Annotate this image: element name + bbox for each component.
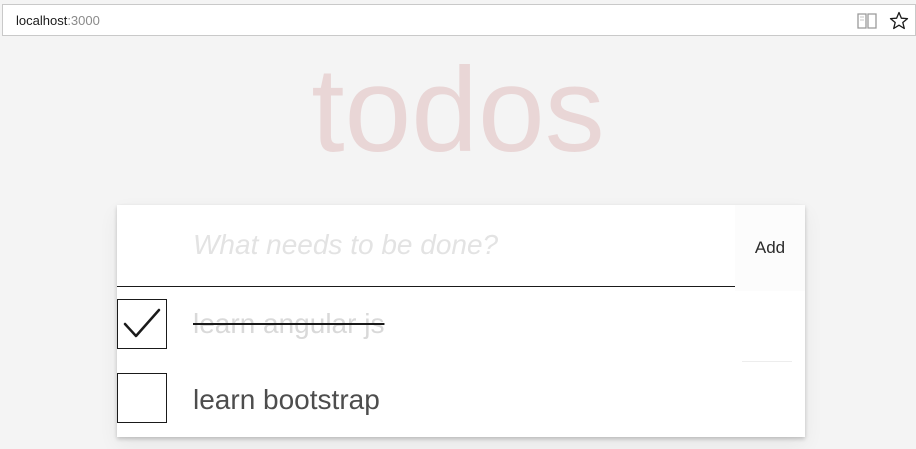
- new-todo-row: Add: [117, 205, 805, 291]
- todo-panel: Add learn angular js learn bootstrap: [117, 205, 805, 437]
- todo-checkbox[interactable]: [117, 373, 167, 423]
- page-title: todos: [311, 43, 605, 177]
- add-button[interactable]: Add: [735, 205, 805, 291]
- checkmark-icon: [123, 308, 161, 338]
- url-host: localhost: [16, 13, 68, 28]
- item-divider: [742, 361, 792, 362]
- todo-checkbox-checked[interactable]: [117, 299, 167, 349]
- todo-item: learn angular js: [117, 287, 805, 362]
- address-bar[interactable]: localhost:3000: [2, 4, 916, 36]
- todo-item: learn bootstrap: [117, 363, 805, 438]
- todo-label[interactable]: learn bootstrap: [193, 383, 380, 417]
- url-port: :3000: [67, 13, 100, 28]
- star-icon[interactable]: [888, 10, 910, 32]
- book-open-icon[interactable]: [856, 10, 878, 32]
- todo-label[interactable]: learn angular js: [193, 307, 384, 341]
- new-todo-input[interactable]: [117, 205, 737, 285]
- url-text[interactable]: localhost:3000: [16, 13, 100, 29]
